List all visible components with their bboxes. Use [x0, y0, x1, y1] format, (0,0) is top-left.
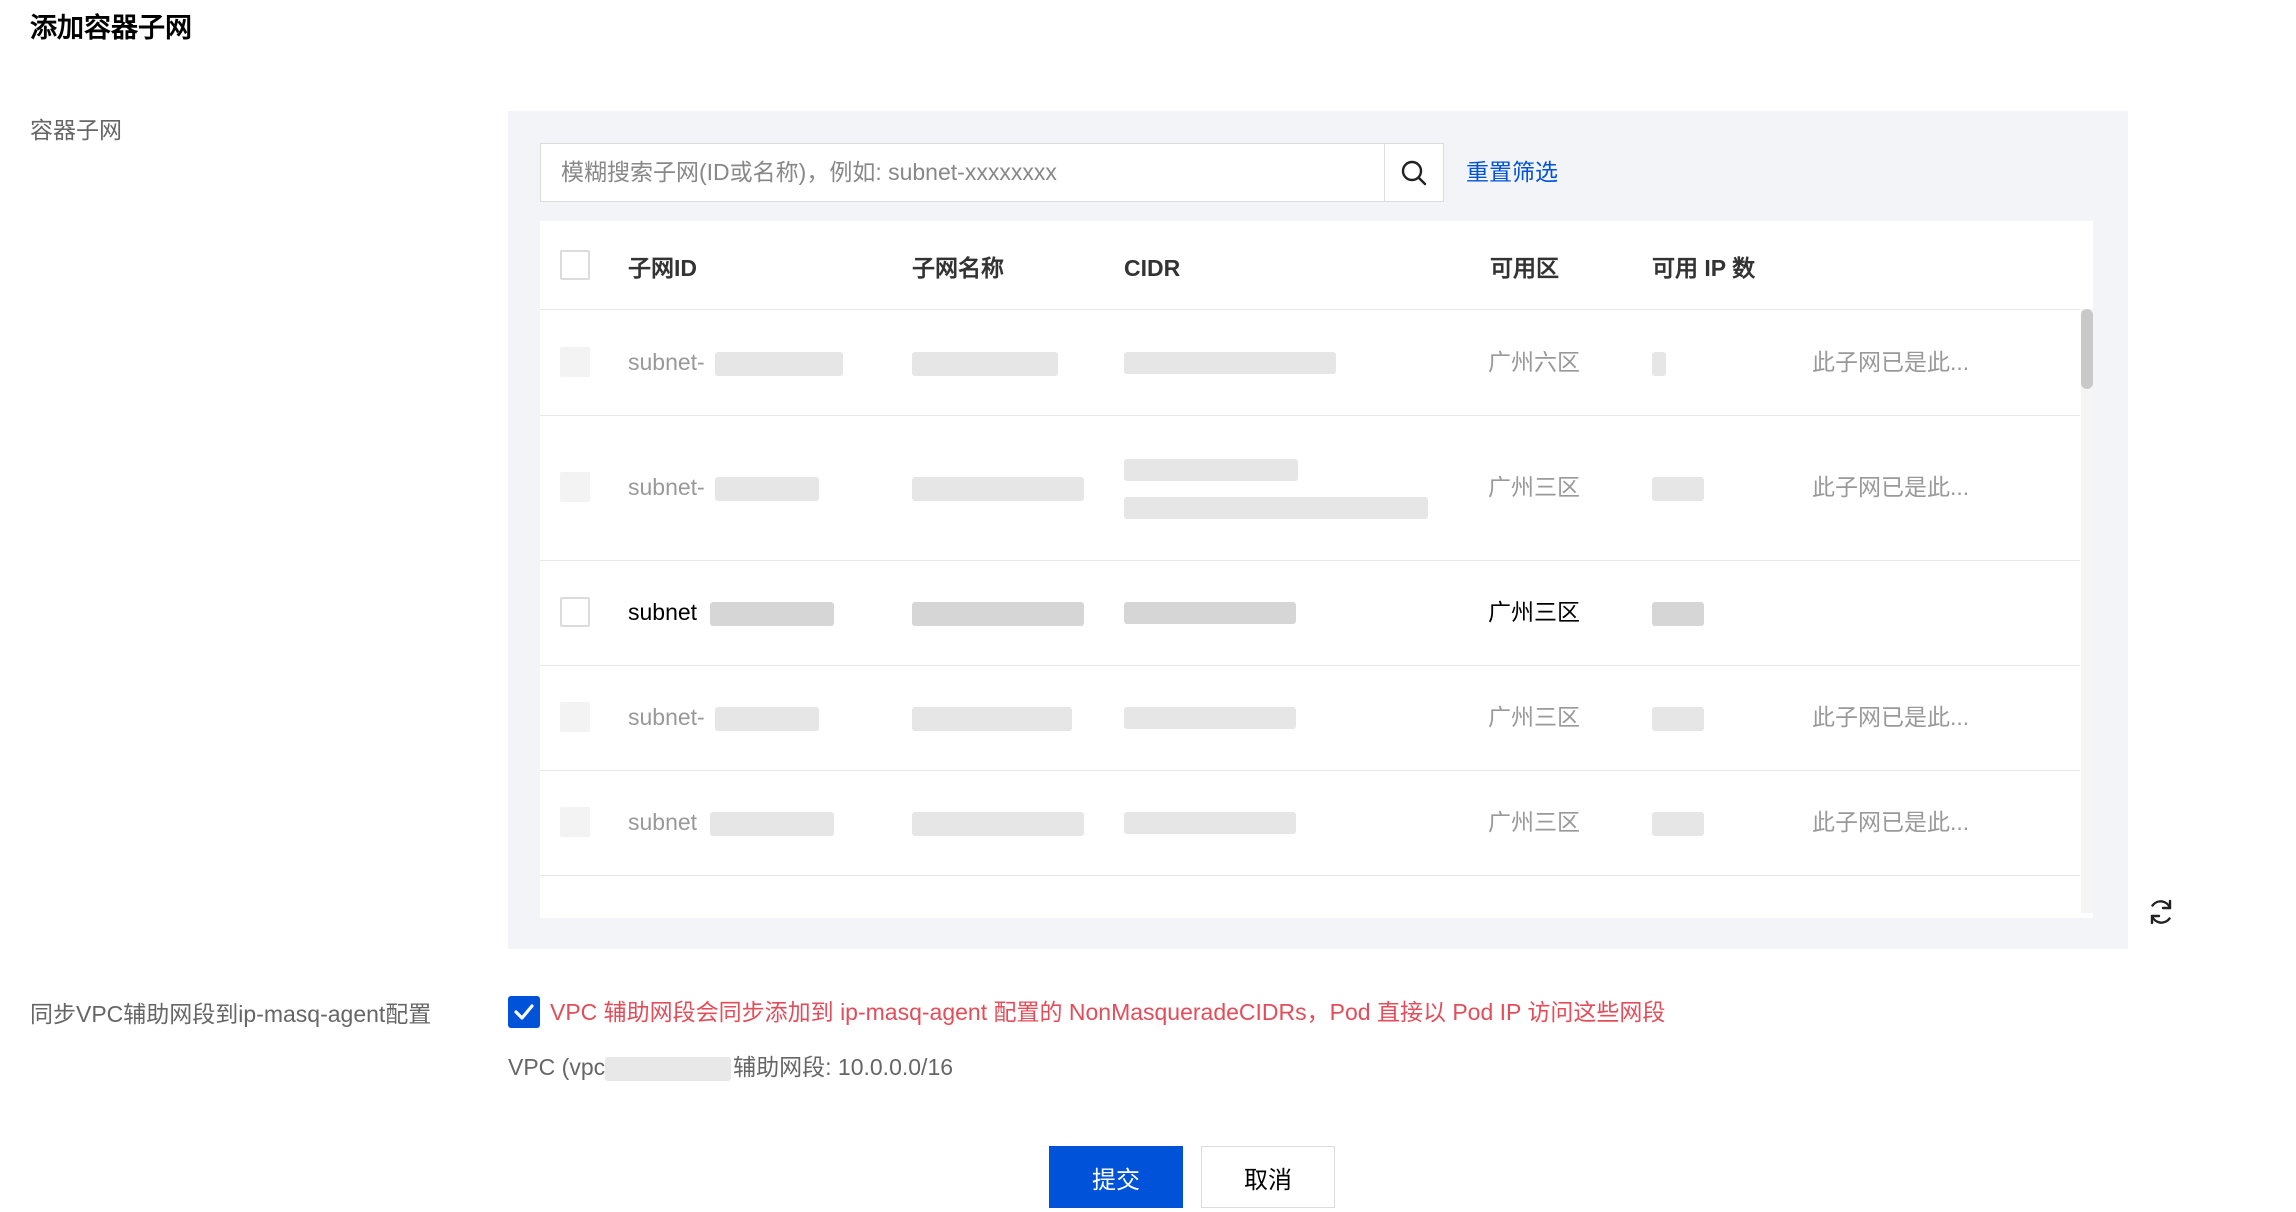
subnet-field-label: 容器子网 — [30, 117, 122, 143]
redacted-value — [715, 707, 819, 731]
search-box — [540, 143, 1444, 202]
subnet-id: subnet- — [628, 349, 705, 375]
row-checkbox — [560, 472, 590, 502]
redacted-value — [605, 1056, 732, 1081]
table-row[interactable]: subnet 广州三区 — [540, 560, 2080, 666]
redacted-value — [715, 477, 819, 501]
redacted-value — [1124, 459, 1298, 481]
redacted-value — [1124, 352, 1336, 374]
search-icon — [1401, 160, 1427, 185]
zone: 广州三区 — [1488, 809, 1580, 835]
subnet-id: subnet- — [628, 704, 705, 730]
table-row: subnet- 广州六区 此子网已是此... — [540, 310, 2080, 416]
redacted-value — [912, 812, 1084, 836]
redacted-value — [912, 707, 1072, 731]
reset-filter-link[interactable]: 重置筛选 — [1466, 156, 1558, 188]
page-title: 添加容器子网 — [30, 13, 192, 43]
redacted-value — [1652, 812, 1704, 836]
check-icon — [514, 1004, 534, 1020]
table-scrollbar-thumb[interactable] — [2081, 309, 2093, 389]
column-header-zone: 可用区 — [1490, 255, 1559, 281]
row-note: 此子网已是此... — [1812, 809, 1970, 835]
row-checkbox — [560, 347, 590, 377]
redacted-value — [1652, 707, 1704, 731]
subnet-id: subnet- — [628, 474, 705, 500]
redacted-value — [912, 477, 1084, 501]
sync-vpc-checkbox[interactable] — [508, 996, 540, 1028]
redacted-value — [912, 602, 1084, 626]
column-header-subnet-id: 子网ID — [628, 255, 697, 281]
vpc-suffix: 辅助网段: 10.0.0.0/16 — [733, 1054, 954, 1080]
column-header-available-ip: 可用 IP 数 — [1652, 255, 1756, 281]
redacted-value — [1652, 602, 1704, 626]
zone: 广州三区 — [1488, 474, 1580, 500]
table-row: subnet- 广州三区 此子网已是此... — [540, 665, 2080, 771]
redacted-value — [912, 352, 1058, 376]
redacted-value — [715, 352, 843, 376]
row-note: 此子网已是此... — [1812, 704, 1970, 730]
table-scrollbar-track[interactable] — [2081, 309, 2093, 913]
redacted-value — [1124, 497, 1428, 519]
row-note: 此子网已是此... — [1812, 349, 1970, 375]
row-checkbox — [560, 702, 590, 732]
zone: 广州三区 — [1488, 599, 1580, 625]
sync-field-label: 同步VPC辅助网段到ip-masq-agent配置 — [30, 1001, 432, 1027]
redacted-value — [1124, 812, 1296, 834]
vpc-prefix: VPC (vpc — [508, 1054, 606, 1080]
row-checkbox[interactable] — [560, 597, 590, 627]
redacted-value — [1124, 602, 1296, 624]
table-row: subnet 广州三区 此子网已是此... — [540, 770, 2080, 876]
refresh-icon — [2150, 899, 2172, 925]
redacted-value — [1124, 707, 1296, 729]
column-header-subnet-name: 子网名称 — [912, 255, 1004, 281]
search-input[interactable] — [541, 144, 1383, 201]
column-header-cidr: CIDR — [1124, 255, 1181, 281]
zone: 广州三区 — [1488, 704, 1580, 730]
subnet-id: subnet — [628, 599, 698, 625]
subnet-id: subnet — [628, 809, 698, 835]
subnet-table: 子网ID 子网名称 CIDR 可用区 可用 IP 数 subnet- 广州六区 … — [540, 221, 2093, 918]
row-checkbox — [560, 807, 590, 837]
zone: 广州六区 — [1488, 349, 1580, 375]
redacted-value — [1652, 477, 1704, 501]
submit-button[interactable]: 提交 — [1049, 1146, 1183, 1208]
redacted-value — [1652, 352, 1666, 376]
cancel-button[interactable]: 取消 — [1201, 1146, 1335, 1208]
row-note: 此子网已是此... — [1812, 474, 1970, 500]
vpc-secondary-cidr-info: VPC (vpc 辅助网段: 10.0.0.0/16 — [508, 1051, 953, 1083]
select-all-checkbox[interactable] — [560, 250, 590, 280]
refresh-button[interactable] — [2144, 895, 2178, 929]
redacted-value — [710, 812, 834, 836]
search-button[interactable] — [1384, 144, 1443, 201]
table-row: subnet- 广州三区 此子网已是此... — [540, 415, 2080, 561]
sync-description: VPC 辅助网段会同步添加到 ip-masq-agent 配置的 NonMasq… — [550, 999, 1666, 1025]
redacted-value — [710, 602, 834, 626]
